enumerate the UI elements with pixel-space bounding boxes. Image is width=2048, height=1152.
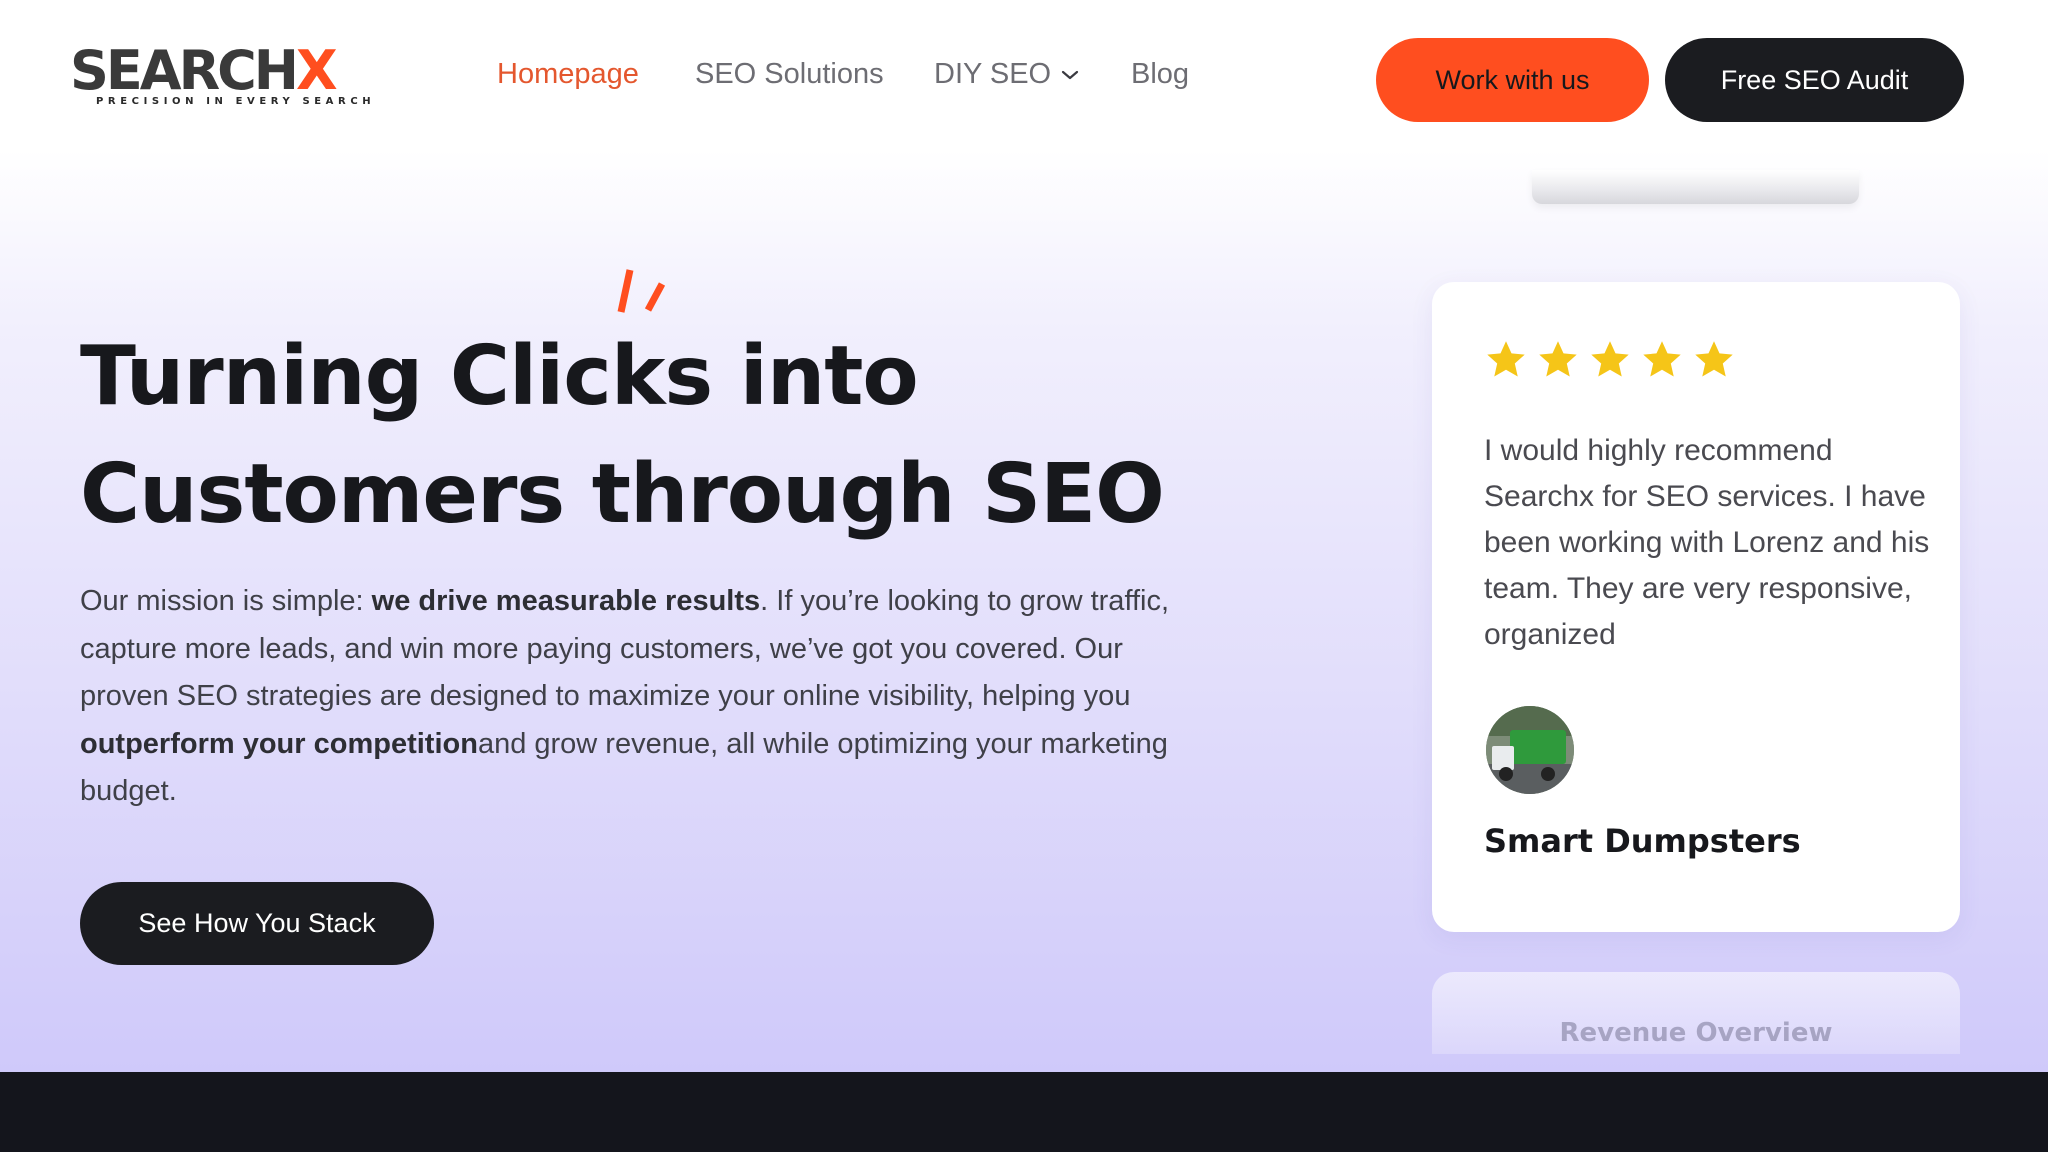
sparkle-accent-icon [617,269,666,313]
dark-footer-band [0,1072,2048,1152]
revenue-overview-title: Revenue Overview [1559,1018,1833,1048]
free-seo-audit-button[interactable]: Free SEO Audit [1665,38,1964,122]
mission-emphasis-2: outperform your competition [80,727,478,760]
star-icon [1643,341,1681,377]
nav-homepage[interactable]: Homepage [497,58,639,91]
work-with-us-button[interactable]: Work with us [1376,38,1649,122]
nav-seo-solutions[interactable]: SEO Solutions [695,58,884,91]
headline-line-1: Turning Clicks into [80,329,919,424]
mission-paragraph: Our mission is simple: we drive measurab… [80,585,1170,807]
testimonial-card: I would highly recommend Searchx for SEO… [1432,282,1960,932]
star-icon [1695,341,1733,377]
logo-wordmark: SEARCHX [70,39,338,102]
see-how-you-stack-button[interactable]: See How You Stack [80,882,434,965]
headline-line-2: Customers through SEO [80,447,1165,542]
star-icon [1591,341,1629,377]
star-rating [1484,338,1736,382]
mission-emphasis-1: we drive measurable results [371,585,761,617]
reviewer-name: Smart Dumpsters [1484,822,1801,860]
reviewer-avatar [1486,706,1574,794]
searchx-logo[interactable]: SEARCHX PRECISION IN EVERY SEARCH [70,39,371,116]
star-icon [1487,341,1525,377]
nav-blog[interactable]: Blog [1131,58,1189,91]
previous-card-peek [1532,170,1859,204]
nav-diy-seo[interactable]: DIY SEO [934,58,1079,91]
logo-tagline: PRECISION IN EVERY SEARCH [96,96,376,107]
testimonial-quote: I would highly recommend Searchx for SEO… [1484,434,1930,651]
chevron-down-icon [1062,70,1079,79]
star-icon [1539,341,1577,377]
revenue-overview-card-peek: Revenue Overview [1432,972,1960,1054]
hero-headline: Turning Clicks into Customers through SE… [80,318,1180,554]
